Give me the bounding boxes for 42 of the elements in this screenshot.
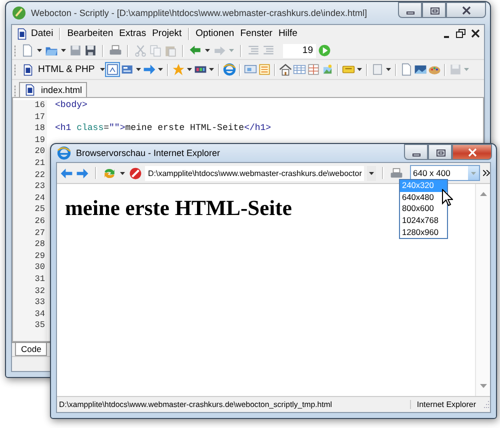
line-number: 19: [34, 134, 46, 146]
line-number: 18: [34, 123, 46, 135]
line-number: 35: [34, 320, 46, 332]
code-line: <h1 class="">meine erste HTML-Seite</h1>: [55, 123, 272, 135]
line-number: 24: [34, 192, 46, 204]
address-field[interactable]: D:\xampplite\htdocs\www.webmaster-crashkurs.de\weboctor: [145, 166, 364, 180]
line-number: 28: [34, 239, 46, 251]
window-title: Browservorschau - Internet Explorer: [76, 148, 222, 158]
line-number: 25: [34, 204, 46, 216]
line-number: 22: [34, 170, 46, 182]
line-number: 23: [34, 181, 46, 193]
line-number-field[interactable]: 19: [283, 44, 316, 58]
menu-item[interactable]: Fenster: [237, 28, 276, 39]
line-number: 32: [34, 286, 46, 298]
window-title: Webocton - Scriptly - [D:\xampplite\htdocs\www.webmaster-crashkurs.de\index.html]: [31, 8, 368, 18]
line-number: 26: [34, 216, 46, 228]
line-number: 33: [34, 297, 46, 309]
menu-item[interactable]: Optionen: [192, 28, 238, 39]
menu-item[interactable]: Projekt: [149, 28, 185, 39]
size-option[interactable]: 1024x768: [400, 215, 447, 227]
menu-item[interactable]: Extras: [116, 28, 150, 39]
line-number: 20: [34, 146, 46, 158]
view-tab[interactable]: Code: [15, 343, 48, 356]
file-tab[interactable]: index.html: [19, 82, 88, 97]
line-number: 29: [34, 250, 46, 262]
code-line: <body>: [55, 100, 88, 112]
menu-item[interactable]: Hilfe: [275, 28, 300, 39]
line-number: 17: [34, 112, 46, 124]
line-number: 21: [34, 158, 46, 170]
menu-item[interactable]: Datei: [28, 28, 56, 39]
menu-item[interactable]: Bearbeiten: [64, 28, 116, 39]
line-number: 27: [34, 228, 46, 240]
line-number: 16: [34, 100, 46, 112]
size-option[interactable]: 800x600: [400, 203, 447, 216]
status-zone: Internet Explorer: [410, 400, 482, 409]
size-option[interactable]: 1280x960: [400, 226, 447, 238]
line-number: 34: [34, 308, 46, 320]
language-select[interactable]: HTML & PHP: [20, 62, 104, 77]
line-number: 30: [34, 262, 46, 274]
line-number: 31: [34, 274, 46, 286]
page-heading: meine erste HTML-Seite: [65, 196, 292, 221]
size-select[interactable]: 640 x 400: [410, 165, 480, 181]
